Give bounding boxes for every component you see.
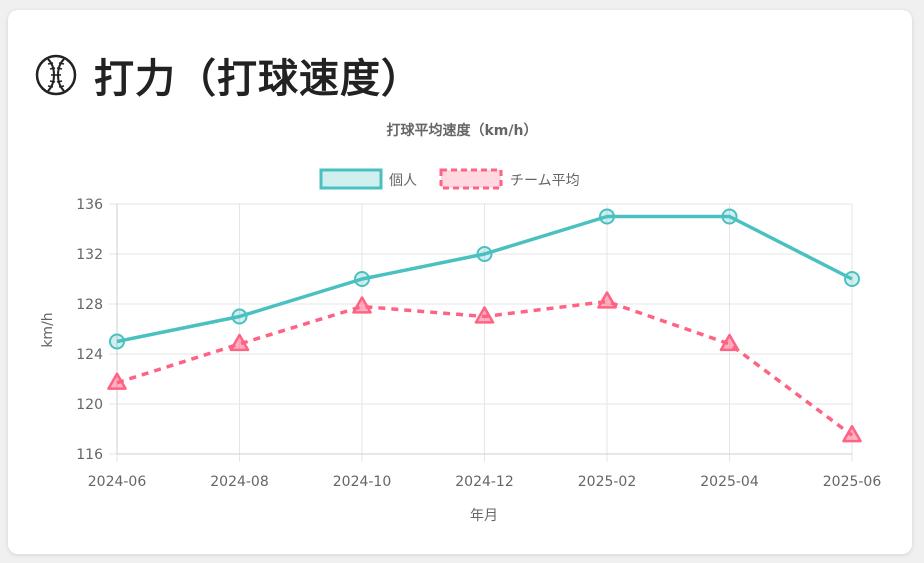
y-tick-label: 124	[76, 347, 103, 363]
y-tick-label: 132	[76, 247, 103, 263]
legend-item-individual[interactable]: 個人	[319, 168, 417, 190]
legend-item-team[interactable]: チーム平均	[439, 168, 580, 190]
data-point-team[interactable]	[597, 291, 617, 309]
data-point-individual[interactable]	[844, 271, 860, 287]
legend: 個人 チーム平均	[319, 168, 580, 190]
x-tick-label: 2024-06	[88, 474, 147, 490]
data-point-individual[interactable]	[599, 208, 615, 225]
x-tick-label: 2024-10	[333, 474, 392, 490]
data-point-team[interactable]	[352, 296, 372, 314]
x-axis-label: 年月	[470, 508, 498, 524]
data-point-individual[interactable]	[231, 308, 248, 325]
x-tick-label: 2025-02	[578, 474, 637, 490]
y-axis-ticks: 136 132 128 124 120 116	[76, 197, 103, 463]
line-chart: 打球平均速度（km/h） 個人 チーム平均 136 132 128 124 120 116…	[40, 122, 882, 524]
x-tick-label: 2025-04	[700, 474, 759, 490]
data-point-individual[interactable]	[721, 208, 738, 225]
legend-label-team: チーム平均	[510, 173, 580, 189]
legend-swatch-individual	[319, 168, 383, 190]
data-point-individual[interactable]	[354, 271, 370, 287]
data-point-individual[interactable]	[109, 333, 125, 350]
data-point-team[interactable]	[842, 425, 862, 443]
chart-title: 打球平均速度（km/h）	[387, 122, 538, 139]
data-point-team[interactable]	[474, 306, 495, 324]
x-tick-label: 2024-12	[455, 474, 514, 490]
x-tick-label: 2024-08	[210, 474, 269, 490]
x-tick-label: 2025-06	[823, 474, 882, 490]
legend-label-individual: 個人	[389, 173, 417, 189]
grid	[109, 203, 853, 462]
y-tick-label: 128	[76, 297, 103, 313]
legend-swatch-team	[439, 168, 503, 190]
y-axis-label: km/h	[40, 312, 56, 347]
x-axis-ticks: 2024-06 2024-08 2024-10 2024-12 2025-02 2025-…	[88, 474, 882, 490]
y-tick-label: 120	[76, 397, 103, 413]
y-tick-label: 136	[76, 197, 103, 213]
y-tick-label: 116	[76, 447, 103, 463]
data-point-individual[interactable]	[476, 246, 493, 262]
